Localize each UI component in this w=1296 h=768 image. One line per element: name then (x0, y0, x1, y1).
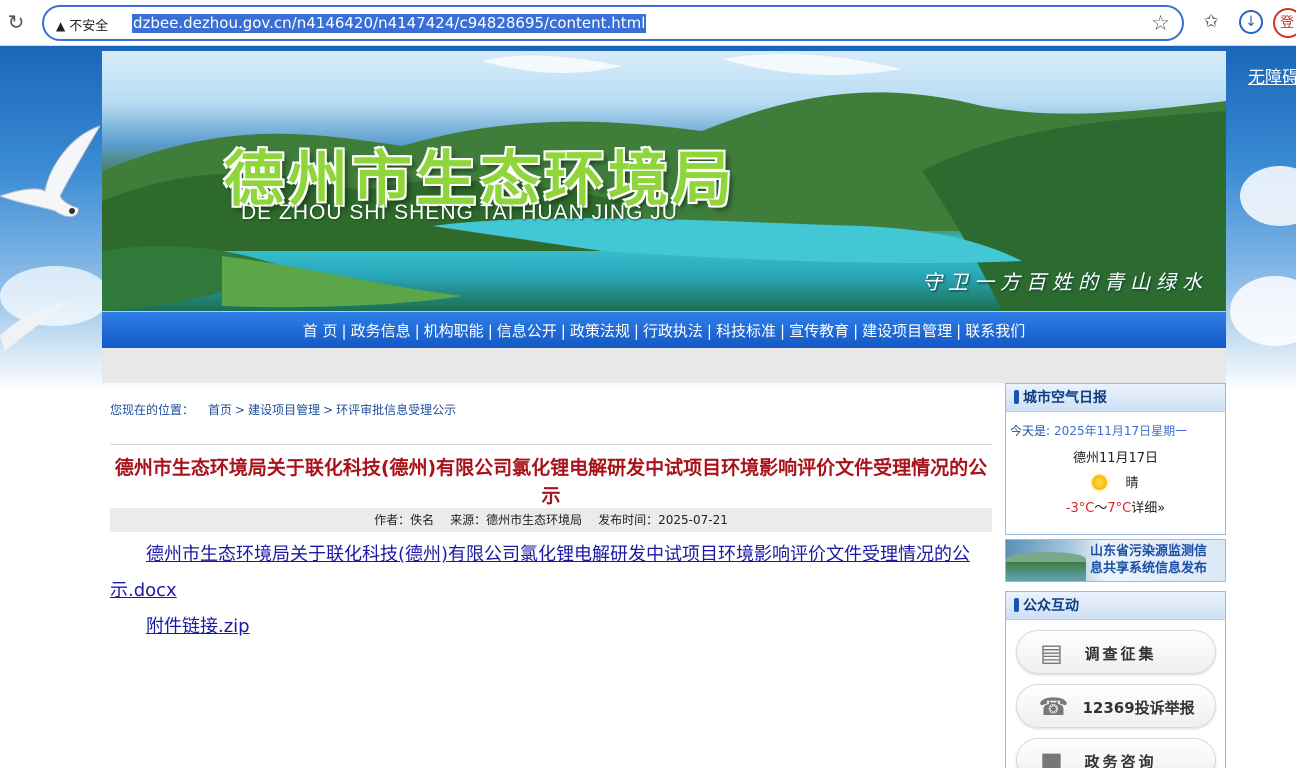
article-title: 德州市生态环境局关于联化科技(德州)有限公司氯化锂电解研发中试项目环境影响评价文… (114, 457, 988, 507)
right-sidebar: 城市空气日报 今天是: 2025年11月17日星期一 德州11月17日 晴 -3°… (1005, 383, 1226, 768)
nav-contact[interactable]: 联系我们 (965, 322, 1025, 340)
site-pinyin: DE ZHOU SHI SHENG TAI HUAN JING JU (241, 201, 678, 224)
main-nav: 首 页 | 政务信息 | 机构职能 | 信息公开 | 政策法规 | 行政执法 | 科技标准 | 宣传教育 | 建… (102, 312, 1226, 348)
main-content: 您现在的位置： 首页 > 建设项目管理 > 环评审批信息受理公示 德州市生态环境局关于联化… (110, 401, 994, 637)
seagull-wing-icon (0, 301, 70, 351)
breadcrumb-eia-notice[interactable]: 环评审批信息受理公示 (336, 403, 456, 417)
temp-low: -3°C (1065, 501, 1095, 516)
bookmark-star-icon[interactable]: ☆ (1151, 11, 1170, 35)
consult-button[interactable]: ■ 政务咨询 (1015, 738, 1216, 768)
attachment-zip-link[interactable]: 附件链接.zip (146, 616, 250, 637)
consult-label: 政务咨询 (1084, 753, 1157, 768)
url-text[interactable]: dzbee.dezhou.gov.cn/n4146420/n4147424/c9… (132, 14, 647, 33)
security-indicator[interactable]: ▲ 不安全 (56, 15, 108, 34)
warning-icon: ▲ (56, 19, 66, 33)
air-report-header: 城市空气日报 (1006, 384, 1225, 412)
today-label: 今天是: (1010, 424, 1051, 438)
complaint-label: 12369投诉举报 (1082, 699, 1195, 717)
nav-functions[interactable]: 机构职能 (424, 322, 484, 340)
nav-standards[interactable]: 科技标准 (716, 322, 776, 340)
nav-enforcement[interactable]: 行政执法 (643, 322, 703, 340)
air-report-panel: 城市空气日报 今天是: 2025年11月17日星期一 德州11月17日 晴 -3°… (1005, 383, 1226, 535)
public-interaction-panel: 公众互动 ▤ 调查征集 ☎ 12369投诉举报 ■ 政务咨询 (1005, 591, 1226, 768)
weather-line: 晴 (1006, 472, 1225, 491)
nav-project-mgmt[interactable]: 建设项目管理 (862, 322, 952, 340)
survey-button[interactable]: ▤ 调查征集 (1015, 630, 1216, 674)
article-body: 德州市生态环境局关于联化科技(德州)有限公司氯化锂电解研发中试项目环境影响评价文… (110, 537, 994, 645)
nav-home[interactable]: 首 页 (303, 322, 338, 340)
breadcrumb-project-mgmt[interactable]: 建设项目管理 (248, 403, 320, 417)
reload-icon[interactable]: ↻ (5, 11, 27, 33)
article-date: 发布时间：2025-07-21 (598, 513, 728, 527)
complaint-button[interactable]: ☎ 12369投诉举报 (1015, 684, 1216, 728)
survey-label: 调查征集 (1084, 645, 1157, 663)
breadcrumb-home[interactable]: 首页 (208, 403, 232, 417)
favorites-icon[interactable]: ✩ (1199, 10, 1223, 34)
temperature-line: -3°C～7°C详细» (1065, 501, 1166, 516)
interaction-header: 公众互动 (1006, 592, 1225, 620)
pollution-banner-line1: 山东省污染源监测信 (1090, 544, 1208, 559)
page: 无障碍 德州市生态环境局 DE ZHOU SHI SHENG TAI HUAN … (0, 46, 1296, 768)
nav-gov-info[interactable]: 政务信息 (351, 322, 411, 340)
sub-bar (102, 348, 1226, 383)
interaction-title: 公众互动 (1023, 598, 1079, 614)
breadcrumb-label: 您现在的位置： (110, 403, 195, 417)
download-icon[interactable]: ↓ (1239, 10, 1263, 34)
pollution-info-banner[interactable]: 山东省污染源监测信 息共享系统信息发布 (1005, 539, 1226, 582)
today-line: 今天是: 2025年11月17日星期一 (1006, 422, 1225, 439)
divider (110, 444, 992, 445)
consult-icon: ■ (1040, 747, 1063, 768)
site-banner: 德州市生态环境局 DE ZHOU SHI SHENG TAI HUAN JING… (102, 51, 1226, 311)
article-source: 来源：德州市生态环境局 (450, 513, 583, 527)
address-bar[interactable]: ▲ 不安全 dzbee.dezhou.gov.cn/n4146420/n41474… (42, 5, 1184, 41)
nav-policy[interactable]: 政策法规 (570, 322, 630, 340)
site-slogan: 守卫一方百姓的青山绿水 (922, 270, 1208, 294)
accessibility-link[interactable]: 无障碍 (1248, 63, 1296, 88)
sun-icon (1092, 475, 1108, 490)
nav-publicity[interactable]: 宣传教育 (789, 322, 849, 340)
document-icon: ▤ (1040, 639, 1063, 667)
seagull-icon (0, 125, 100, 218)
security-label: 不安全 (69, 19, 109, 34)
browser-toolbar: ↻ ▲ 不安全 dzbee.dezhou.gov.cn/n4146420/n414… (0, 0, 1296, 46)
nav-info-public[interactable]: 信息公开 (497, 322, 557, 340)
today-date: 2025年11月17日星期一 (1054, 424, 1188, 438)
attachment-docx-link[interactable]: 德州市生态环境局关于联化科技(德州)有限公司氯化锂电解研发中试项目环境影响评价文… (110, 544, 970, 601)
pollution-banner-line2: 息共享系统信息发布 (1090, 561, 1208, 576)
article-author: 作者：佚名 (374, 513, 435, 527)
weather-detail-link[interactable]: 详细» (1131, 501, 1165, 516)
telephone-icon: ☎ (1038, 693, 1069, 721)
temp-high: 7°C (1107, 501, 1132, 516)
profile-button[interactable]: 登 (1273, 8, 1296, 38)
air-report-title: 城市空气日报 (1023, 390, 1107, 406)
city-date: 德州11月17日 (1072, 451, 1159, 466)
breadcrumb: 您现在的位置： 首页 > 建设项目管理 > 环评审批信息受理公示 (110, 403, 457, 417)
article-meta: 作者：佚名 来源：德州市生态环境局 发布时间：2025-07-21 (110, 508, 992, 532)
weather-text: 晴 (1125, 476, 1139, 491)
